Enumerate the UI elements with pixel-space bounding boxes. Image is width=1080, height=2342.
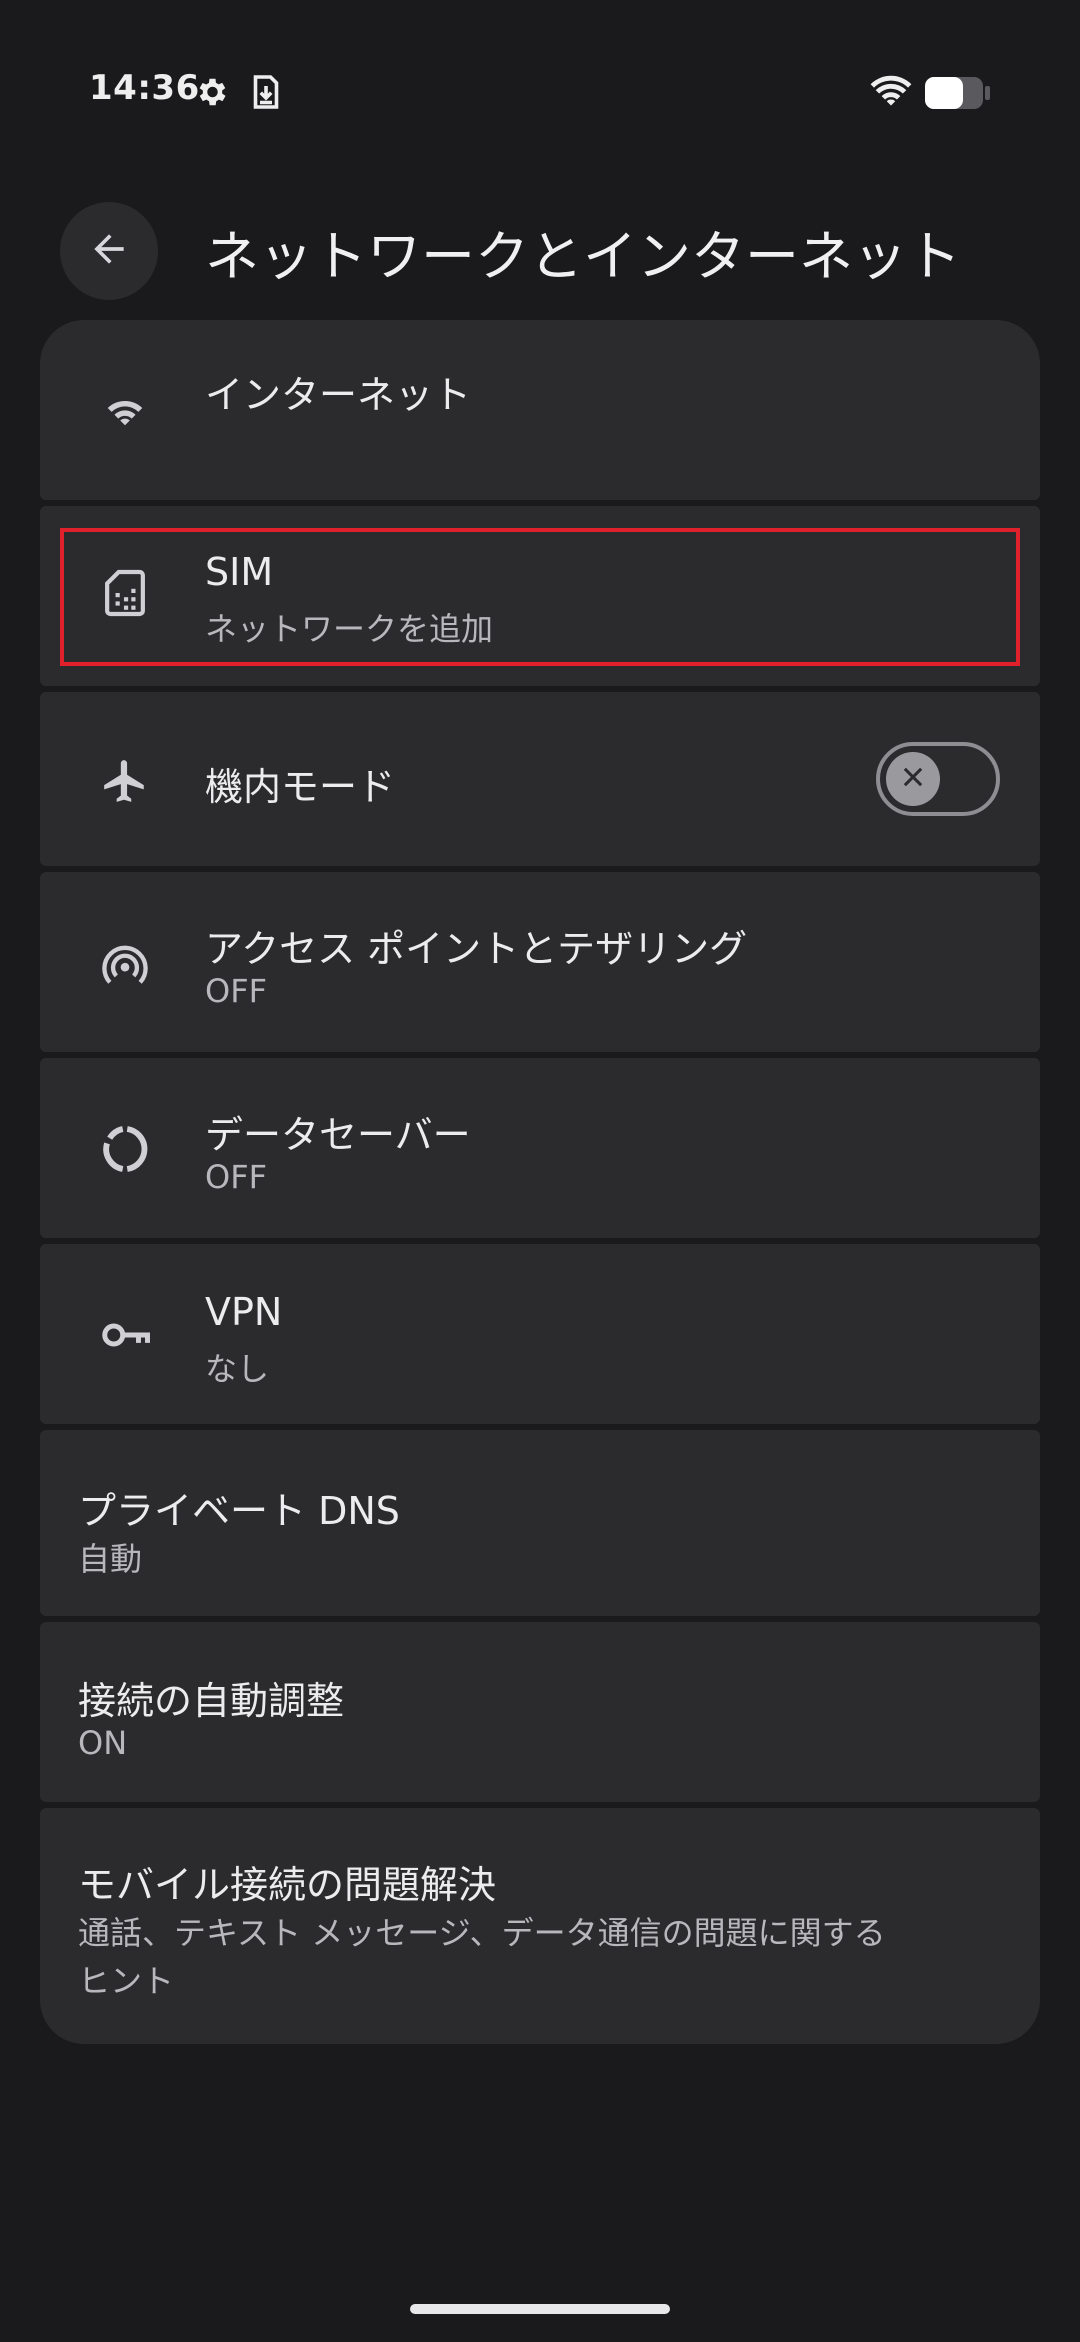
list-item-data-saver[interactable]: データセーバー OFF bbox=[40, 1058, 1040, 1238]
item-title: 接続の自動調整 bbox=[78, 1679, 345, 1723]
app-bar: ネットワークとインターネット bbox=[0, 190, 1080, 310]
back-button[interactable] bbox=[60, 202, 158, 300]
list-item-private-dns[interactable]: プライベート DNS 自動 bbox=[40, 1430, 1040, 1616]
airplane-mode-toggle[interactable] bbox=[876, 742, 1000, 816]
list-item-adaptive-connectivity[interactable]: 接続の自動調整 ON bbox=[40, 1622, 1040, 1802]
page-title: ネットワークとインターネット bbox=[205, 225, 961, 288]
vpn-key-icon bbox=[98, 1308, 152, 1362]
item-title: モバイル接続の問題解決 bbox=[78, 1863, 497, 1907]
list-item-mobile-troubleshooting[interactable]: モバイル接続の問題解決 通話、テキスト メッセージ、データ通信の問題に関する ヒ… bbox=[40, 1808, 1040, 2044]
list-item-airplane-mode[interactable]: 機内モード bbox=[40, 692, 1040, 866]
airplane-icon bbox=[98, 754, 152, 808]
item-subtitle: OFF bbox=[205, 1158, 267, 1196]
item-subtitle: ON bbox=[78, 1724, 128, 1762]
item-title: インターネット bbox=[205, 373, 472, 417]
hotspot-icon bbox=[98, 938, 152, 992]
highlight-box bbox=[60, 528, 1020, 666]
item-title: VPN bbox=[205, 1290, 283, 1334]
download-icon bbox=[248, 72, 284, 116]
status-bar: 14:36 bbox=[0, 0, 1080, 180]
home-indicator[interactable] bbox=[410, 2304, 670, 2314]
list-item-hotspot[interactable]: アクセス ポイントとテザリング OFF bbox=[40, 872, 1040, 1052]
status-time: 14:36 bbox=[89, 68, 200, 108]
item-subtitle: 通話、テキスト メッセージ、データ通信の問題に関する bbox=[78, 1914, 886, 1952]
gear-icon bbox=[193, 74, 229, 114]
item-subtitle: なし bbox=[205, 1350, 270, 1388]
item-subtitle: OFF bbox=[205, 972, 267, 1010]
list-item-internet[interactable]: インターネット bbox=[40, 320, 1040, 500]
close-icon bbox=[899, 763, 927, 795]
item-title: アクセス ポイントとテザリング bbox=[205, 927, 748, 971]
item-title: プライベート DNS bbox=[78, 1489, 400, 1533]
item-subtitle: ヒント bbox=[78, 1962, 175, 2000]
list-item-vpn[interactable]: VPN なし bbox=[40, 1244, 1040, 1424]
wifi-icon bbox=[870, 74, 912, 112]
item-subtitle: 自動 bbox=[78, 1540, 143, 1578]
toggle-knob bbox=[886, 752, 940, 806]
data-saver-icon bbox=[98, 1122, 152, 1176]
item-title: 機内モード bbox=[205, 765, 396, 809]
battery-icon bbox=[924, 76, 992, 114]
arrow-back-icon bbox=[87, 227, 131, 275]
item-title: データセーバー bbox=[205, 1113, 471, 1157]
wifi-icon bbox=[98, 382, 152, 436]
